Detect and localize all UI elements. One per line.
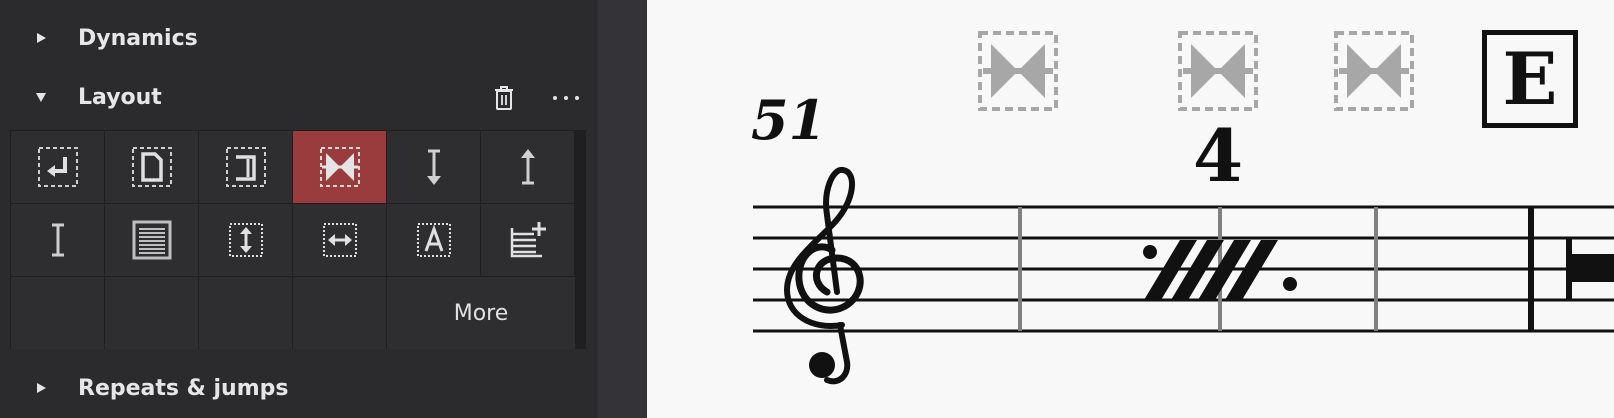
staff-lines (753, 205, 1614, 333)
palette-cell-insert-text-frame[interactable] (387, 204, 480, 276)
palette-cell-section-break[interactable] (199, 131, 292, 203)
add-staff-lines-icon (510, 222, 546, 258)
trash-icon (495, 86, 513, 110)
layout-palette-grid: More (10, 130, 586, 349)
score-canvas[interactable]: 51 4 E (647, 0, 1614, 418)
staff-type-change-icon (132, 220, 171, 260)
expand-arrow-icon (34, 381, 48, 395)
horizontal-frame-icon (322, 223, 357, 257)
section-title: Dynamics (78, 25, 198, 51)
section-title: Layout (78, 84, 162, 110)
treble-clef-dot (809, 352, 835, 378)
staff-system[interactable] (647, 0, 1614, 418)
text-frame-icon (416, 223, 451, 257)
palette-cell-staff-spacer-fixed[interactable] (11, 204, 104, 276)
palette-cell-page-break[interactable] (105, 131, 198, 203)
page-break-icon (131, 147, 172, 187)
system-break-icon (37, 147, 78, 187)
collapse-arrow-icon (34, 90, 48, 104)
expand-arrow-icon (34, 31, 48, 45)
section-break-icon (225, 147, 266, 187)
multimeasure-rest (1566, 238, 1614, 300)
vertical-frame-icon (228, 223, 263, 257)
staff-spacer-fixed-icon (51, 223, 64, 257)
palette-cell-empty (293, 277, 386, 349)
more-button[interactable]: More (387, 277, 575, 349)
palette-cell-empty (11, 277, 104, 349)
palette-cell-system-break[interactable] (11, 131, 104, 203)
section-repeats-and-jumps[interactable]: Repeats & jumps (0, 368, 598, 408)
keep-measures-together-icon (319, 147, 360, 187)
palette-cell-empty (199, 277, 292, 349)
treble-clef (783, 167, 864, 385)
panel-divider[interactable] (598, 0, 647, 418)
palette-cell-staff-spacer-up[interactable] (481, 131, 574, 203)
delete-palette-button[interactable] (486, 80, 522, 116)
palette-cell-keep-measures-together[interactable] (293, 131, 386, 203)
palette-cell-staff-spacer-down[interactable] (387, 131, 480, 203)
palette-menu-button[interactable] (548, 80, 584, 116)
palette-cell-staff-type-change[interactable] (105, 204, 198, 276)
palette-cell-insert-horizontal-frame[interactable] (293, 204, 386, 276)
palettes-panel: Dynamics Layout More Repeats & jumps (0, 0, 598, 418)
staff-spacer-down-icon (426, 149, 441, 185)
palette-cell-insert-vertical-frame[interactable] (199, 204, 292, 276)
section-dynamics[interactable]: Dynamics (0, 18, 598, 58)
staff-spacer-up-icon (520, 149, 535, 185)
palette-cell-insert-fretboard-diagram-legend[interactable] (481, 204, 574, 276)
palette-cell-empty (105, 277, 198, 349)
more-horizontal-icon (553, 96, 579, 100)
section-title: Repeats & jumps (78, 375, 289, 401)
